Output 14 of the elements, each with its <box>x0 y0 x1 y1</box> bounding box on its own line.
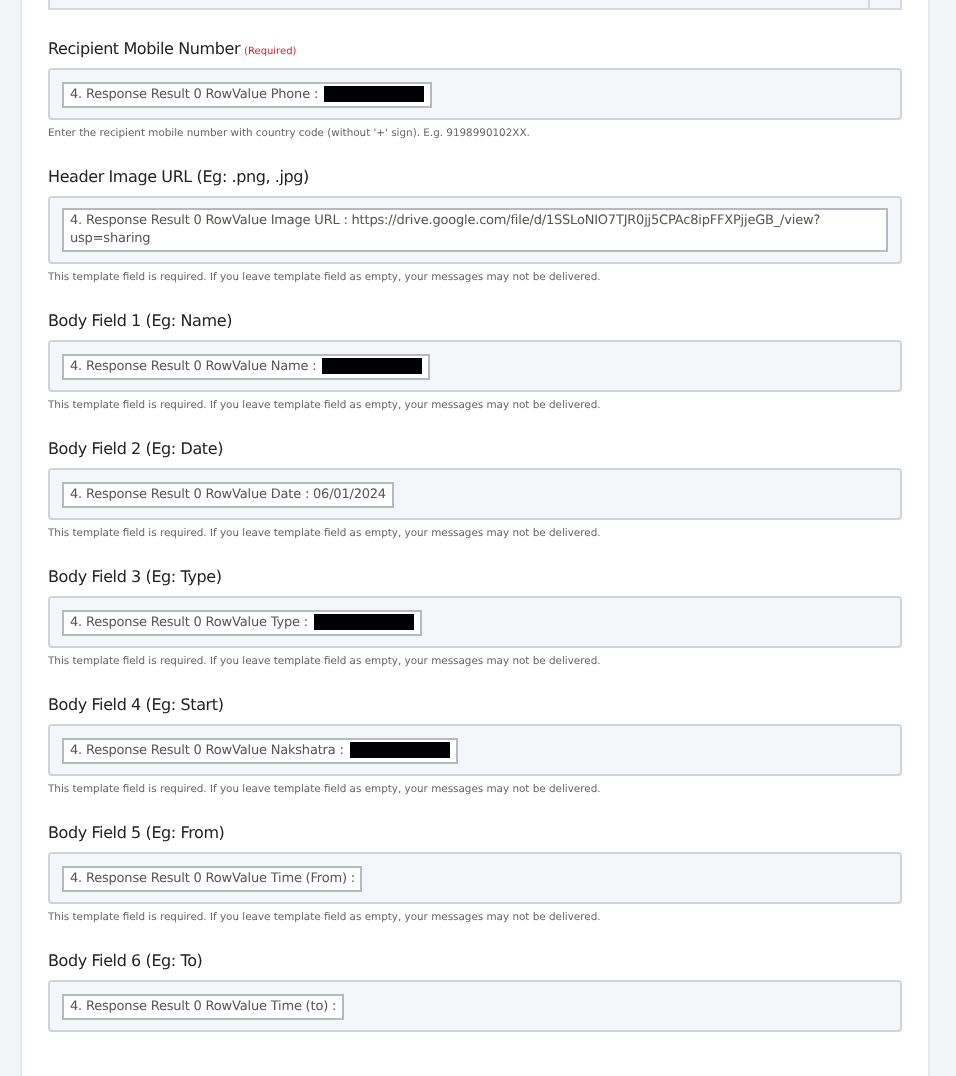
redaction-bar <box>324 86 425 102</box>
field-label: Body Field 3 (Eg: Type) <box>48 568 222 588</box>
field-label: Body Field 6 (Eg: To) <box>48 952 203 972</box>
redaction-bar <box>313 614 414 630</box>
redaction-bar <box>349 742 450 758</box>
input-field[interactable] <box>48 0 870 10</box>
redaction-bar <box>322 358 423 374</box>
field-label: Body Field 4 (Eg: Start) <box>48 696 224 716</box>
field-label: Body Field 1 (Eg: Name) <box>48 312 232 332</box>
field-button[interactable] <box>870 0 902 10</box>
field-label: Recipient Mobile Number <box>48 40 241 60</box>
field-label: Body Field 5 (Eg: From) <box>48 824 225 844</box>
field-label: Body Field 2 (Eg: Date) <box>48 440 224 460</box>
field-label: Header Image URL (Eg: .png, .jpg) <box>48 168 309 188</box>
